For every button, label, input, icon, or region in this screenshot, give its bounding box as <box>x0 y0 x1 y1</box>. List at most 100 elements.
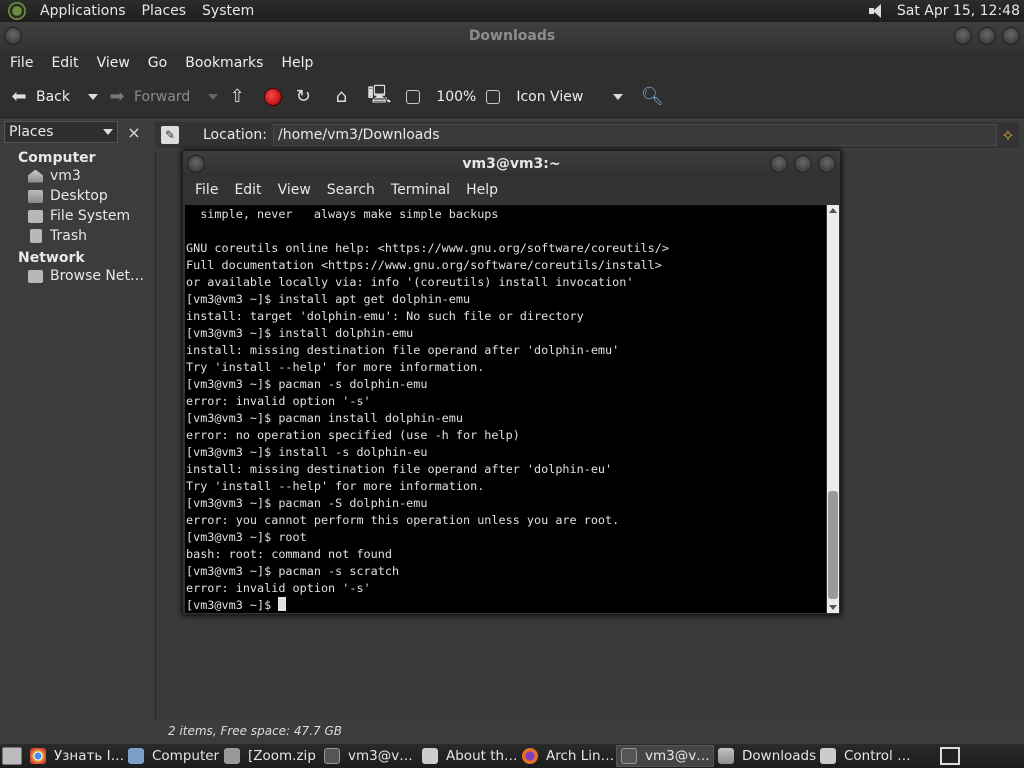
window-title: Downloads <box>468 28 556 44</box>
home-icon <box>28 169 43 183</box>
menu-view[interactable]: View <box>91 55 142 71</box>
terminal-line: error: no operation specified (use -h fo… <box>186 428 520 442</box>
terminal-line: install: missing destination file operan… <box>186 462 613 476</box>
places-sidebar: Places × Computer vm3 Desktop File Syste… <box>0 118 150 744</box>
task-firefox[interactable]: Arch Lin… <box>518 745 616 767</box>
scroll-down-icon[interactable] <box>829 605 837 610</box>
menu-view[interactable]: View <box>272 182 321 198</box>
forward-arrow-icon: ➡ <box>109 86 125 107</box>
sidebar-item-label: vm3 <box>50 168 81 184</box>
zoom-out-button[interactable] <box>406 89 426 104</box>
maximize-button[interactable] <box>794 155 812 173</box>
window-menu-button[interactable] <box>4 27 22 45</box>
terminal-line: bash: root: command not found <box>186 547 392 561</box>
menu-applications[interactable]: Applications <box>32 3 134 19</box>
menu-file[interactable]: File <box>189 182 228 198</box>
task-terminal-1[interactable]: vm3@v… <box>320 745 418 767</box>
menu-help[interactable]: Help <box>275 55 325 71</box>
task-control-center[interactable]: Control … <box>816 745 912 767</box>
home-button[interactable]: ⌂ <box>330 86 358 108</box>
sidebar-item-label: Trash <box>50 228 87 244</box>
terminal-line: simple, never always make simple backups <box>186 207 499 221</box>
task-browser-chrome[interactable]: Узнать I… <box>26 745 124 767</box>
task-label: vm3@v… <box>645 748 710 764</box>
menu-edit[interactable]: Edit <box>228 182 271 198</box>
view-mode-select[interactable]: Icon View <box>516 89 631 105</box>
back-history-dropdown[interactable] <box>88 93 98 100</box>
clock[interactable]: Sat Apr 15, 12:48 <box>897 3 1024 19</box>
file-manager-titlebar[interactable]: Downloads <box>0 22 1024 50</box>
sidebar-header: Places × <box>0 118 150 146</box>
menu-edit[interactable]: Edit <box>45 55 90 71</box>
zoom-level[interactable]: 100% <box>436 89 476 105</box>
menu-terminal[interactable]: Terminal <box>385 182 460 198</box>
task-downloads[interactable]: Downloads <box>714 745 816 767</box>
minimize-button[interactable] <box>954 27 972 45</box>
window-menu-button[interactable] <box>187 155 205 173</box>
forward-history-dropdown[interactable] <box>208 93 219 100</box>
sidebar-item-label: Desktop <box>50 188 108 204</box>
search-button[interactable]: 🔍︎ <box>641 86 669 108</box>
sidebar-close-icon[interactable]: × <box>124 123 144 142</box>
terminal-line: [vm3@vm3 ~]$ root <box>186 530 307 544</box>
terminal-line: GNU coreutils online help: <https://www.… <box>186 241 669 255</box>
task-label: Узнать I… <box>54 748 124 764</box>
workspace-switcher[interactable] <box>940 747 960 765</box>
close-button[interactable] <box>818 155 836 173</box>
terminal-line: [vm3@vm3 ~]$ install dolphin-emu <box>186 326 414 340</box>
computer-icon <box>128 748 144 764</box>
menu-search[interactable]: Search <box>321 182 385 198</box>
up-button[interactable]: ⇧ <box>226 86 254 108</box>
menu-system[interactable]: System <box>194 3 262 19</box>
close-button[interactable] <box>1002 27 1020 45</box>
terminal-line: error: you cannot perform this operation… <box>186 513 620 527</box>
terminal-line: Try 'install --help' for more informatio… <box>186 479 485 493</box>
terminal-output[interactable]: simple, never always make simple backups… <box>185 205 826 613</box>
stop-icon <box>264 87 283 106</box>
sidebar-type-select[interactable]: Places <box>4 121 118 143</box>
sidebar-item-browse-network[interactable]: Browse Net… <box>0 266 150 286</box>
terminal-line: [vm3@vm3 ~]$ install -s dolphin-eu <box>186 445 428 459</box>
terminal-line: or available locally via: info '(coreuti… <box>186 275 634 289</box>
task-terminal-2[interactable]: vm3@v… <box>616 745 714 767</box>
task-label: Downloads <box>742 748 816 764</box>
show-desktop-icon[interactable] <box>2 747 22 765</box>
edit-location-icon[interactable]: ✎ <box>161 126 179 144</box>
forward-button[interactable]: ➡ Forward <box>106 86 190 108</box>
clear-location-icon[interactable]: ✧ <box>997 126 1019 145</box>
firefox-icon <box>522 748 538 764</box>
menu-bookmarks[interactable]: Bookmarks <box>179 55 275 71</box>
menu-help[interactable]: Help <box>460 182 508 198</box>
task-computer[interactable]: Computer <box>124 745 220 767</box>
task-about[interactable]: About th… <box>418 745 518 767</box>
terminal-prompt-line[interactable]: [vm3@vm3 ~]$ <box>186 597 826 613</box>
terminal-titlebar[interactable]: vm3@vm3:~ <box>183 151 840 177</box>
sidebar-item-file-system[interactable]: File System <box>0 206 150 226</box>
sidebar-item-vm3[interactable]: vm3 <box>0 166 150 186</box>
sidebar-item-trash[interactable]: Trash <box>0 226 150 246</box>
maximize-button[interactable] <box>978 27 996 45</box>
menu-places[interactable]: Places <box>134 3 195 19</box>
back-arrow-icon: ⬅ <box>11 86 27 107</box>
task-zoom-archive[interactable]: [Zoom.zip ] <box>220 745 320 767</box>
scroll-up-icon[interactable] <box>829 208 837 213</box>
computer-button[interactable]: 🖳 <box>367 84 396 108</box>
terminal-line: [vm3@vm3 ~]$ pacman install dolphin-emu <box>186 411 463 425</box>
menu-file[interactable]: File <box>4 55 45 71</box>
terminal-line: Full documentation <https://www.gnu.org/… <box>186 258 662 272</box>
reload-button[interactable]: ↻ <box>292 86 320 108</box>
terminal-scrollbar[interactable] <box>827 205 839 613</box>
stop-button[interactable] <box>264 87 283 106</box>
terminal-title: vm3@vm3:~ <box>462 156 561 172</box>
zoom-in-button[interactable] <box>486 89 506 104</box>
back-button[interactable]: ⬅ Back <box>8 86 70 108</box>
location-bar: ✎ Location: /home/vm3/Downloads ✧ <box>155 122 1019 148</box>
sidebar-item-desktop[interactable]: Desktop <box>0 186 150 206</box>
minimize-button[interactable] <box>770 155 788 173</box>
terminal-line: install: target 'dolphin-emu': No such f… <box>186 309 584 323</box>
volume-icon[interactable] <box>867 3 885 19</box>
scrollbar-thumb[interactable] <box>828 491 838 599</box>
menu-go[interactable]: Go <box>142 55 179 71</box>
location-input[interactable]: /home/vm3/Downloads <box>273 124 997 146</box>
distro-logo-icon[interactable] <box>8 2 26 20</box>
